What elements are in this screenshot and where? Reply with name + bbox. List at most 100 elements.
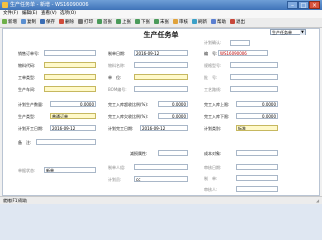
title-bar: 生产任务单 - 新增 - WS16090006 – □ × bbox=[0, 0, 322, 10]
work-type-label: 工单类型: bbox=[18, 75, 36, 80]
in-limit-lower-ratio-label: 完工入库欠收比例(%): bbox=[108, 114, 149, 119]
spec-field[interactable] bbox=[230, 62, 278, 68]
in-limit-lower-label: 完工入库下限: bbox=[204, 114, 230, 119]
sales-order-field[interactable] bbox=[44, 50, 96, 56]
remark-label: 备 注: bbox=[18, 140, 32, 145]
bom-field[interactable] bbox=[134, 86, 188, 92]
creator-group-label: 制单人组: bbox=[108, 165, 126, 170]
status-bar: 就绪(F1)帮助 ◢ bbox=[0, 196, 322, 204]
in-limit-upper-ratio-label: 完工入库超收比例(%): bbox=[108, 102, 149, 107]
reduce-attr-field[interactable] bbox=[158, 150, 188, 156]
cost-object-field[interactable] bbox=[236, 150, 278, 156]
audit-icon bbox=[173, 19, 178, 24]
unit-label: 单 位: bbox=[108, 75, 122, 80]
form-type-select[interactable]: 生产任务单 ▼ bbox=[270, 29, 306, 35]
plan-qty-field[interactable]: 0.0000 bbox=[50, 101, 96, 107]
auditor-label: 审核人: bbox=[204, 187, 218, 192]
doc-no-label: 编 号: bbox=[204, 51, 218, 56]
prod-type-field[interactable]: 普通订单 bbox=[50, 113, 96, 119]
plan-category-label: 计划类别: bbox=[204, 126, 222, 131]
copy-icon bbox=[21, 19, 26, 24]
batch-field[interactable] bbox=[230, 74, 278, 80]
print-icon bbox=[78, 19, 83, 24]
approve-date-field[interactable] bbox=[236, 164, 278, 170]
toolbar-refresh-button[interactable]: 刷新 bbox=[192, 19, 207, 26]
workshop-field[interactable] bbox=[44, 86, 96, 92]
plan-date-field[interactable]: 2016-09-12 bbox=[134, 50, 188, 56]
maker-field bbox=[236, 175, 278, 181]
in-limit-upper-label: 完工入库上限: bbox=[204, 102, 230, 107]
toolbar-exit-button[interactable]: 退出 bbox=[230, 19, 245, 26]
unit-field[interactable] bbox=[134, 74, 188, 80]
first-icon bbox=[97, 19, 102, 24]
status-text: 就绪(F1)帮助 bbox=[3, 198, 27, 203]
plan-start-label: 计划开工日期: bbox=[18, 126, 44, 131]
app-icon bbox=[2, 2, 8, 8]
toolbar-last-button[interactable]: 末张 bbox=[154, 19, 169, 26]
maker-label: 制 单: bbox=[204, 176, 218, 181]
toolbar-new-button[interactable]: 新增 bbox=[2, 19, 17, 26]
toolbar-copy-button[interactable]: 复制 bbox=[21, 19, 36, 26]
resize-grip-icon[interactable]: ◢ bbox=[316, 198, 321, 203]
toolbar-next-button[interactable]: 下张 bbox=[135, 19, 150, 26]
route-label: 工艺路线: bbox=[204, 87, 222, 92]
prod-type-label: 生产类型: bbox=[18, 114, 36, 119]
creator-field[interactable]: cc bbox=[134, 176, 188, 182]
plan-category-field[interactable]: 标准 bbox=[236, 125, 278, 131]
plan-qty-label: 计划生产数量: bbox=[18, 102, 44, 107]
save-icon bbox=[40, 19, 45, 24]
route-field[interactable] bbox=[230, 86, 278, 92]
menu-file[interactable]: 文件(F) bbox=[3, 10, 18, 18]
chevron-down-icon: ▼ bbox=[300, 30, 305, 35]
next-icon bbox=[135, 19, 140, 24]
minimize-button[interactable]: – bbox=[287, 1, 298, 9]
menu-options[interactable]: 选项(O) bbox=[60, 10, 76, 18]
toolbar-print-button[interactable]: 打印 bbox=[78, 19, 93, 26]
plan-finish-field[interactable]: 2016-09-12 bbox=[140, 125, 188, 131]
doc-status-field: 新单 bbox=[44, 167, 96, 173]
plan-date-label: 制单日期: bbox=[108, 51, 126, 56]
reduce-attr-label: 减损属性: bbox=[130, 151, 148, 156]
work-type-field[interactable] bbox=[44, 74, 96, 80]
refresh-icon bbox=[192, 19, 197, 24]
material-name-field[interactable] bbox=[134, 62, 188, 68]
in-limit-upper-field[interactable]: 0.0000 bbox=[236, 101, 278, 107]
help-icon bbox=[211, 19, 216, 24]
material-code-label: 物料代码: bbox=[18, 63, 36, 68]
toolbar-save-button[interactable]: 保存 bbox=[40, 19, 55, 26]
app-window: 生产任务单 - 新增 - WS16090006 – □ × 文件(F) 编辑(E… bbox=[0, 0, 322, 204]
toolbar-first-button[interactable]: 首张 bbox=[97, 19, 112, 26]
plan-start-field[interactable]: 2016-09-12 bbox=[50, 125, 96, 131]
toolbar-prev-button[interactable]: 上张 bbox=[116, 19, 131, 26]
material-name-label: 物料名称: bbox=[108, 63, 126, 68]
new-icon bbox=[2, 19, 7, 24]
toolbar-delete-button[interactable]: 删除 bbox=[59, 19, 74, 26]
auditor-field bbox=[236, 186, 278, 192]
cost-object-label: 成本对象: bbox=[204, 151, 222, 156]
creator-label: 计划员: bbox=[108, 177, 122, 182]
material-code-field[interactable] bbox=[44, 62, 96, 68]
toolbar-help-button[interactable]: 帮助 bbox=[211, 19, 226, 26]
menu-edit[interactable]: 编辑(E) bbox=[22, 10, 37, 18]
doc-no-field[interactable]: WS16090006 bbox=[218, 50, 268, 56]
spec-label: 规格型号: bbox=[204, 63, 222, 68]
doc-status-label: 单据状态: bbox=[18, 168, 36, 173]
plan-confirm-label: 计划确认: bbox=[204, 40, 222, 45]
sales-order-label: 销售订单号: bbox=[18, 51, 40, 56]
toolbar: 新增 复制 保存 删除 打印 首张 上张 下张 末张 审核 刷新 帮助 退出 bbox=[0, 18, 322, 28]
last-icon bbox=[154, 19, 159, 24]
form-title: 生产任务单 bbox=[143, 31, 179, 39]
delete-icon bbox=[59, 19, 64, 24]
toolbar-audit-button[interactable]: 审核 bbox=[173, 19, 188, 26]
bom-label: BOM编号: bbox=[108, 87, 127, 92]
plan-confirm-field[interactable] bbox=[230, 40, 250, 46]
in-limit-upper-ratio-field[interactable]: 0.0000 bbox=[158, 101, 188, 107]
creator-group-field[interactable] bbox=[134, 164, 188, 170]
exit-icon bbox=[230, 19, 235, 24]
in-limit-lower-ratio-field[interactable]: 0.0000 bbox=[158, 113, 188, 119]
menu-view[interactable]: 查看(V) bbox=[41, 10, 57, 18]
in-limit-lower-field[interactable]: 0.0000 bbox=[236, 113, 278, 119]
maximize-button[interactable]: □ bbox=[298, 1, 309, 9]
close-button[interactable]: × bbox=[309, 1, 320, 9]
remark-field[interactable] bbox=[36, 139, 96, 145]
